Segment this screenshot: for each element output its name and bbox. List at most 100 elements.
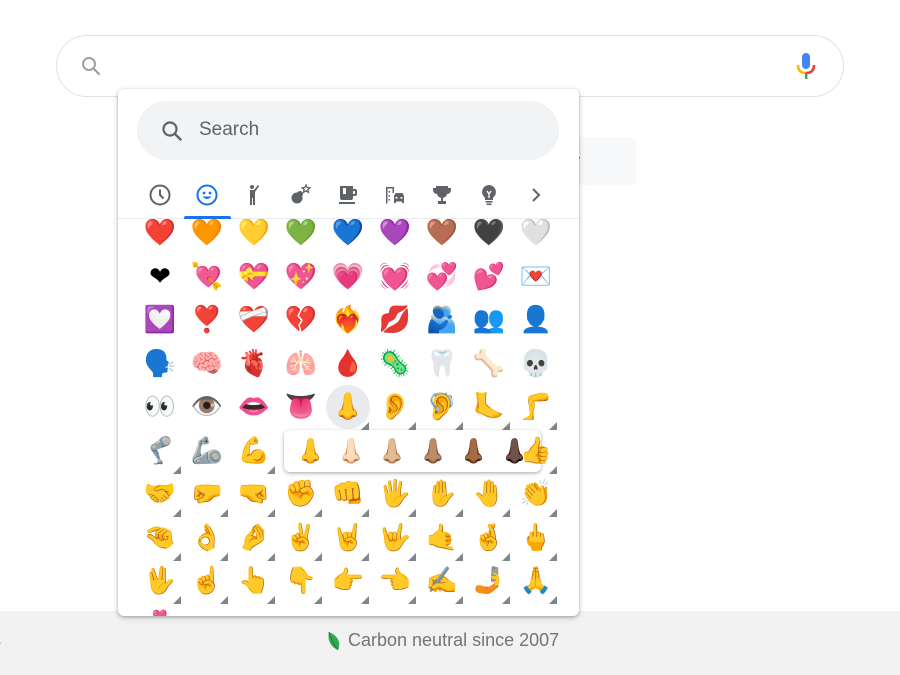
emoji-cell[interactable]: ✋ <box>420 473 464 517</box>
tab-recent[interactable] <box>140 179 180 211</box>
emoji-cell[interactable]: ❣️ <box>185 299 229 341</box>
emoji-cell[interactable]: 💖 <box>279 256 323 298</box>
emoji-cell[interactable]: 💕 <box>467 256 511 298</box>
emoji-cell[interactable]: 👂 <box>373 386 417 430</box>
emoji-cell[interactable]: ✍️ <box>420 560 464 604</box>
emoji-cell[interactable]: 👈 <box>373 560 417 604</box>
emoji-cell[interactable]: ✌️ <box>279 517 323 561</box>
carbon-neutral-text: Carbon neutral since 2007 <box>348 630 560 650</box>
emoji-cell[interactable]: 🦴 <box>467 343 511 385</box>
emoji-cell[interactable]: 🤳 <box>467 560 511 604</box>
emoji-cell[interactable]: 🤏 <box>138 517 182 561</box>
emoji-cell[interactable]: 🖕 <box>514 517 558 561</box>
tab-food[interactable] <box>328 179 368 211</box>
emoji-cell[interactable]: 🤞 <box>467 517 511 561</box>
emoji-cell[interactable]: 💝 <box>232 256 276 298</box>
skin-tone-option[interactable]: 👃🏽 <box>418 437 448 465</box>
emoji-cell[interactable]: ❤️‍🔥 <box>326 299 370 341</box>
emoji-cell[interactable]: 🫂 <box>420 299 464 341</box>
emoji-cell[interactable]: 💓 <box>373 256 417 298</box>
emoji-cell[interactable]: 🤌 <box>232 517 276 561</box>
tab-smileys[interactable] <box>187 179 227 211</box>
emoji-cell[interactable]: 👤 <box>514 299 558 341</box>
emoji-cell[interactable]: 🫁 <box>279 343 323 385</box>
emoji-cell[interactable]: 🤛 <box>185 473 229 517</box>
skin-tone-option[interactable]: 👃 <box>295 437 325 465</box>
emoji-cell[interactable]: 🧡 <box>185 219 229 254</box>
carbon-neutral-link[interactable]: Carbon neutral since 2007 <box>326 630 559 651</box>
emoji-cell[interactable]: 💞 <box>420 256 464 298</box>
emoji-cell[interactable]: 🫀 <box>232 343 276 385</box>
emoji-cell[interactable]: 👇 <box>279 560 323 604</box>
emoji-cell[interactable]: 🖐️ <box>373 473 417 517</box>
lightbulb-icon <box>482 185 496 206</box>
emoji-cell[interactable]: 💙 <box>326 219 370 254</box>
emoji-cell[interactable]: 👥 <box>467 299 511 341</box>
emoji-cell[interactable]: 🤚 <box>467 473 511 517</box>
emoji-cell[interactable]: ❤️‍🩹 <box>232 299 276 341</box>
emoji-cell[interactable]: 🦾 <box>185 430 229 472</box>
tab-more[interactable] <box>516 179 556 211</box>
emoji-glyph: 🦿 <box>143 435 177 466</box>
emoji-cell[interactable]: 🗣️ <box>138 343 182 385</box>
emoji-cell[interactable]: 🧠 <box>185 343 229 385</box>
emoji-cell[interactable]: 👉 <box>326 560 370 604</box>
emoji-cell[interactable]: ✊ <box>279 473 323 517</box>
microphone-icon[interactable] <box>795 52 817 82</box>
skin-tone-option[interactable]: 👃🏾 <box>459 437 489 465</box>
emoji-cell[interactable]: 💪 <box>232 430 276 474</box>
emoji-cell[interactable]: 👆 <box>232 560 276 604</box>
emoji-cell[interactable]: 💚 <box>279 219 323 254</box>
emoji-cell[interactable]: 💀 <box>514 343 558 385</box>
emoji-cell[interactable]: 👍 <box>514 430 558 474</box>
emoji-cell[interactable]: 💗 <box>326 256 370 298</box>
emoji-cell[interactable]: 🤜 <box>232 473 276 517</box>
emoji-cell[interactable]: 🤙 <box>420 517 464 561</box>
emoji-cell[interactable]: 🖖 <box>138 560 182 604</box>
emoji-search-input[interactable]: Search <box>137 101 559 160</box>
emoji-cell[interactable]: 🖤 <box>467 219 511 254</box>
emoji-cell[interactable]: 🩸 <box>326 343 370 385</box>
emoji-cell[interactable]: 💜 <box>373 219 417 254</box>
emoji-cell[interactable]: 🦻 <box>420 386 464 430</box>
emoji-cell[interactable]: 👌 <box>185 517 229 561</box>
footer-link[interactable]: s <box>0 630 1 651</box>
emoji-cell[interactable]: 💛 <box>232 219 276 254</box>
emoji-cell[interactable]: 👏 <box>514 473 558 517</box>
emoji-cell[interactable]: ❤ <box>138 256 182 298</box>
emoji-cell[interactable]: 💑 <box>138 604 182 617</box>
emoji-cell[interactable]: 🦠 <box>373 343 417 385</box>
emoji-cell[interactable]: 👀 <box>138 386 182 428</box>
emoji-cell[interactable]: 💟 <box>138 299 182 341</box>
emoji-cell[interactable]: 🤘 <box>326 517 370 561</box>
emoji-cell[interactable]: 🙏 <box>514 560 558 604</box>
tab-nature[interactable] <box>281 179 321 211</box>
emoji-cell[interactable]: 🤟 <box>373 517 417 561</box>
emoji-cell[interactable]: 💔 <box>279 299 323 341</box>
emoji-cell[interactable]: 🤍 <box>514 219 558 254</box>
emoji-cell[interactable]: 🦵 <box>514 386 558 430</box>
tab-travel[interactable] <box>375 179 415 211</box>
emoji-cell[interactable]: 🦷 <box>420 343 464 385</box>
tab-people[interactable] <box>234 179 274 211</box>
emoji-cell[interactable]: 💌 <box>514 256 558 298</box>
google-search-bar[interactable] <box>56 35 844 97</box>
emoji-cell[interactable]: ☝️ <box>185 560 229 604</box>
tab-activities[interactable] <box>422 179 462 211</box>
emoji-cell[interactable]: 👃 <box>326 385 370 430</box>
emoji-cell[interactable]: 👄 <box>232 386 276 428</box>
emoji-cell[interactable]: 👊 <box>326 473 370 517</box>
emoji-cell[interactable]: 🦿 <box>138 430 182 474</box>
emoji-cell[interactable]: ❤️ <box>138 219 182 254</box>
skin-tone-option[interactable]: 👃🏼 <box>377 437 407 465</box>
emoji-cell[interactable]: 🤝 <box>138 473 182 517</box>
emoji-cell[interactable]: 🤎 <box>420 219 464 254</box>
emoji-cell[interactable]: 👅 <box>279 386 323 428</box>
emoji-cell[interactable]: 🦶 <box>467 386 511 430</box>
emoji-cell[interactable]: 💋 <box>373 299 417 341</box>
tab-objects[interactable] <box>469 179 509 211</box>
skin-tone-option[interactable]: 👃🏻 <box>336 437 366 465</box>
emoji-glyph: 🦶 <box>472 392 506 422</box>
emoji-cell[interactable]: 💘 <box>185 256 229 298</box>
emoji-cell[interactable]: 👁️ <box>185 386 229 428</box>
